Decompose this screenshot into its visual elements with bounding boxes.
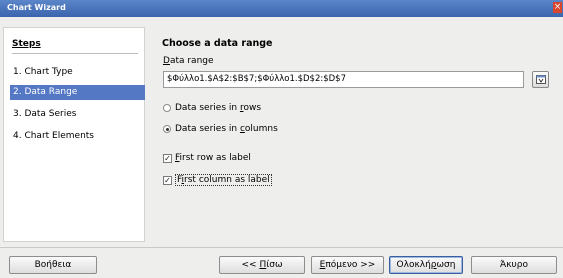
first-row-option[interactable]: ✓ First row as label: [163, 153, 251, 163]
steps-panel: Steps 1. Chart Type 2. Data Range 3. Dat…: [3, 27, 145, 242]
series-in-columns-option[interactable]: Data series in columns: [163, 124, 278, 134]
next-button[interactable]: Επόμενο >>: [311, 256, 384, 274]
data-range-label: Data range: [163, 56, 214, 66]
button-bar-divider: [0, 247, 563, 248]
first-column-checkbox[interactable]: ✓: [163, 175, 172, 185]
series-in-columns-radio[interactable]: [163, 125, 171, 133]
step-chart-elements[interactable]: 4. Chart Elements: [10, 129, 145, 144]
series-in-rows-option[interactable]: Data series in rows: [163, 103, 261, 113]
select-range-icon: [535, 75, 546, 84]
steps-divider: [12, 53, 138, 54]
data-range-label-mnemonic: D: [163, 56, 170, 66]
steps-title: Steps: [12, 39, 41, 49]
series-in-rows-label: Data series in rows: [175, 103, 262, 113]
finish-button-label: Ολοκλήρωση: [396, 260, 456, 270]
cancel-button[interactable]: Άκυρο: [471, 256, 557, 274]
window-title: Chart Wizard: [7, 3, 66, 12]
data-range-page: Choose a data range Data range $Φύλλο1.$…: [145, 27, 560, 240]
help-button[interactable]: Βοήθεια: [9, 256, 97, 274]
page-heading: Choose a data range: [162, 38, 273, 49]
first-row-label: First row as label: [175, 153, 251, 163]
first-column-label: First column as label: [175, 174, 272, 186]
first-column-option[interactable]: ✓ First column as label: [163, 174, 272, 186]
back-button[interactable]: << Πίσω: [219, 256, 305, 274]
select-range-button[interactable]: [532, 71, 549, 88]
series-in-rows-radio[interactable]: [163, 104, 171, 112]
data-range-input[interactable]: $Φύλλο1.$A$2:$B$7;$Φύλλο1.$D$2:$D$7: [163, 71, 524, 88]
next-button-label: Επόμενο >>: [319, 260, 376, 270]
data-range-label-text: ata range: [169, 56, 214, 66]
series-in-columns-label: Data series in columns: [175, 124, 278, 134]
step-data-series[interactable]: 3. Data Series: [10, 107, 145, 122]
finish-button[interactable]: Ολοκλήρωση: [389, 256, 463, 274]
first-row-checkbox[interactable]: ✓: [163, 153, 172, 163]
step-chart-type[interactable]: 1. Chart Type: [10, 65, 145, 80]
close-icon[interactable]: ×: [553, 2, 562, 13]
title-bar[interactable]: Chart Wizard ×: [0, 0, 563, 17]
chart-wizard-dialog: Chart Wizard × Steps 1. Chart Type 2. Da…: [0, 0, 563, 278]
back-button-label: << Πίσω: [241, 260, 283, 270]
step-data-range[interactable]: 2. Data Range: [10, 85, 145, 100]
